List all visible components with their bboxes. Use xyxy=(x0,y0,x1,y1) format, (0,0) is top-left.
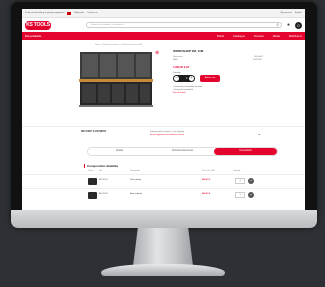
nav-item-media[interactable]: Media xyxy=(273,35,280,38)
brand-logo[interactable]: KS TOOLS xyxy=(25,20,51,30)
topbar-tagline: Professional tooling & garage equipment xyxy=(25,12,65,14)
quantity-label: Quantity xyxy=(173,72,181,74)
add-row-icon[interactable]: + xyxy=(248,178,254,184)
delivery-title: DELIVERY & PAYMENT xyxy=(81,131,107,133)
table-row: 865.0102 Base cabinet 690,00 € 1 + xyxy=(22,188,305,202)
flag-icon xyxy=(67,11,72,15)
nav-item-catalogue[interactable]: Catalogue xyxy=(233,35,245,38)
nav-item-products[interactable]: Our products xyxy=(25,35,41,38)
add-row-icon[interactable]: + xyxy=(248,192,254,198)
quantity-stepper[interactable]: − + xyxy=(173,75,195,82)
product-title: WORKSHOP 2M, 11M xyxy=(173,49,204,53)
tab-details[interactable]: Details xyxy=(88,148,151,155)
row-thumbnail[interactable] xyxy=(88,178,97,185)
breadcrumb[interactable]: Home > Workshop furniture > Workshop fur… xyxy=(22,40,305,49)
delivery-section[interactable]: DELIVERY & PAYMENT Delivery within 4 wee… xyxy=(22,126,305,146)
top-bar: Professional tooling & garage equipment … xyxy=(22,9,305,18)
row-price: 690,00 € xyxy=(202,193,211,195)
table-row: 865.0101 Tool cabinet 690,00 € 1 + xyxy=(22,174,305,188)
topbar-blog-link[interactable]: Blog tools xyxy=(74,12,84,14)
add-to-cart-button[interactable]: Add to cart xyxy=(200,75,220,82)
user-icon[interactable]: ● xyxy=(287,22,290,28)
row-ref: 865.0101 xyxy=(99,179,108,181)
col-quantity: Quantity xyxy=(233,170,241,172)
row-designation[interactable]: Base cabinet xyxy=(130,193,142,195)
nav-item-services[interactable]: Services xyxy=(254,35,264,38)
monitor-chin xyxy=(11,210,317,228)
topbar-contact-link[interactable]: Contact us xyxy=(87,12,97,14)
quantity-value: 1 xyxy=(186,76,188,80)
nav-item-distributors[interactable]: Distributors xyxy=(289,35,302,38)
decrement-icon[interactable]: − xyxy=(174,76,179,81)
col-price: Price excl. VAT xyxy=(202,170,215,172)
delivery-line: Secure payment and customer service xyxy=(150,134,185,136)
topbar-account-link[interactable]: My account xyxy=(281,12,292,14)
product-notes: • Professional workshop furniture • Deli… xyxy=(173,86,243,95)
topbar-language-select[interactable]: English xyxy=(295,12,302,14)
increment-icon[interactable]: + xyxy=(189,76,194,81)
row-quantity-input[interactable]: 1 xyxy=(235,192,245,198)
ean-value: 4042146... xyxy=(253,59,263,61)
cart-icon[interactable]: 0 xyxy=(295,21,302,29)
monitor-stand-neck xyxy=(133,228,193,266)
col-designation: Designation xyxy=(130,170,140,172)
zoom-icon[interactable]: ⊕ xyxy=(155,50,159,56)
site-header: KS TOOLS Search for a product, a referen… xyxy=(22,18,305,32)
search-input[interactable]: Search for a product, a reference... ⚲ xyxy=(86,22,282,28)
product-meta: Reference: 865.0001 EAN: 4042146... xyxy=(173,56,263,62)
product-tabs: Details Technical documents Composition xyxy=(87,147,278,156)
main-nav: Our products Brand Catalogue Services Me… xyxy=(22,32,305,40)
delivery-text: Delivery within 4 weeks - free shipping … xyxy=(150,131,250,137)
row-designation[interactable]: Tool cabinet xyxy=(130,179,141,181)
chevron-down-icon[interactable]: ⌄ xyxy=(258,131,261,136)
details-link[interactable]: See all details xyxy=(173,92,243,95)
row-quantity-input[interactable]: 1 xyxy=(235,178,245,184)
search-placeholder: Search for a product, a reference... xyxy=(91,24,125,26)
ean-label: EAN: xyxy=(173,59,178,61)
search-icon[interactable]: ⚲ xyxy=(276,23,279,27)
row-ref: 865.0102 xyxy=(99,193,108,195)
nav-item-brand[interactable]: Brand xyxy=(217,35,224,38)
composition-title: Composition détaillée xyxy=(84,164,305,168)
product-section: ⊕ WORKSHOP 2M, 11M Reference: 865.0001 E… xyxy=(22,49,305,126)
col-ref: Ref. xyxy=(99,170,103,172)
product-image[interactable] xyxy=(77,50,155,108)
tab-composition[interactable]: Composition xyxy=(214,148,277,155)
tab-documents[interactable]: Technical documents xyxy=(151,148,214,155)
monitor-stand-base xyxy=(101,264,225,276)
col-visual: Visual xyxy=(88,170,94,172)
row-thumbnail[interactable] xyxy=(88,192,97,199)
product-price: 4 990,00 € HT xyxy=(173,66,190,69)
monitor-screen: Professional tooling & garage equipment … xyxy=(22,9,305,210)
row-price: 690,00 € xyxy=(202,179,211,181)
